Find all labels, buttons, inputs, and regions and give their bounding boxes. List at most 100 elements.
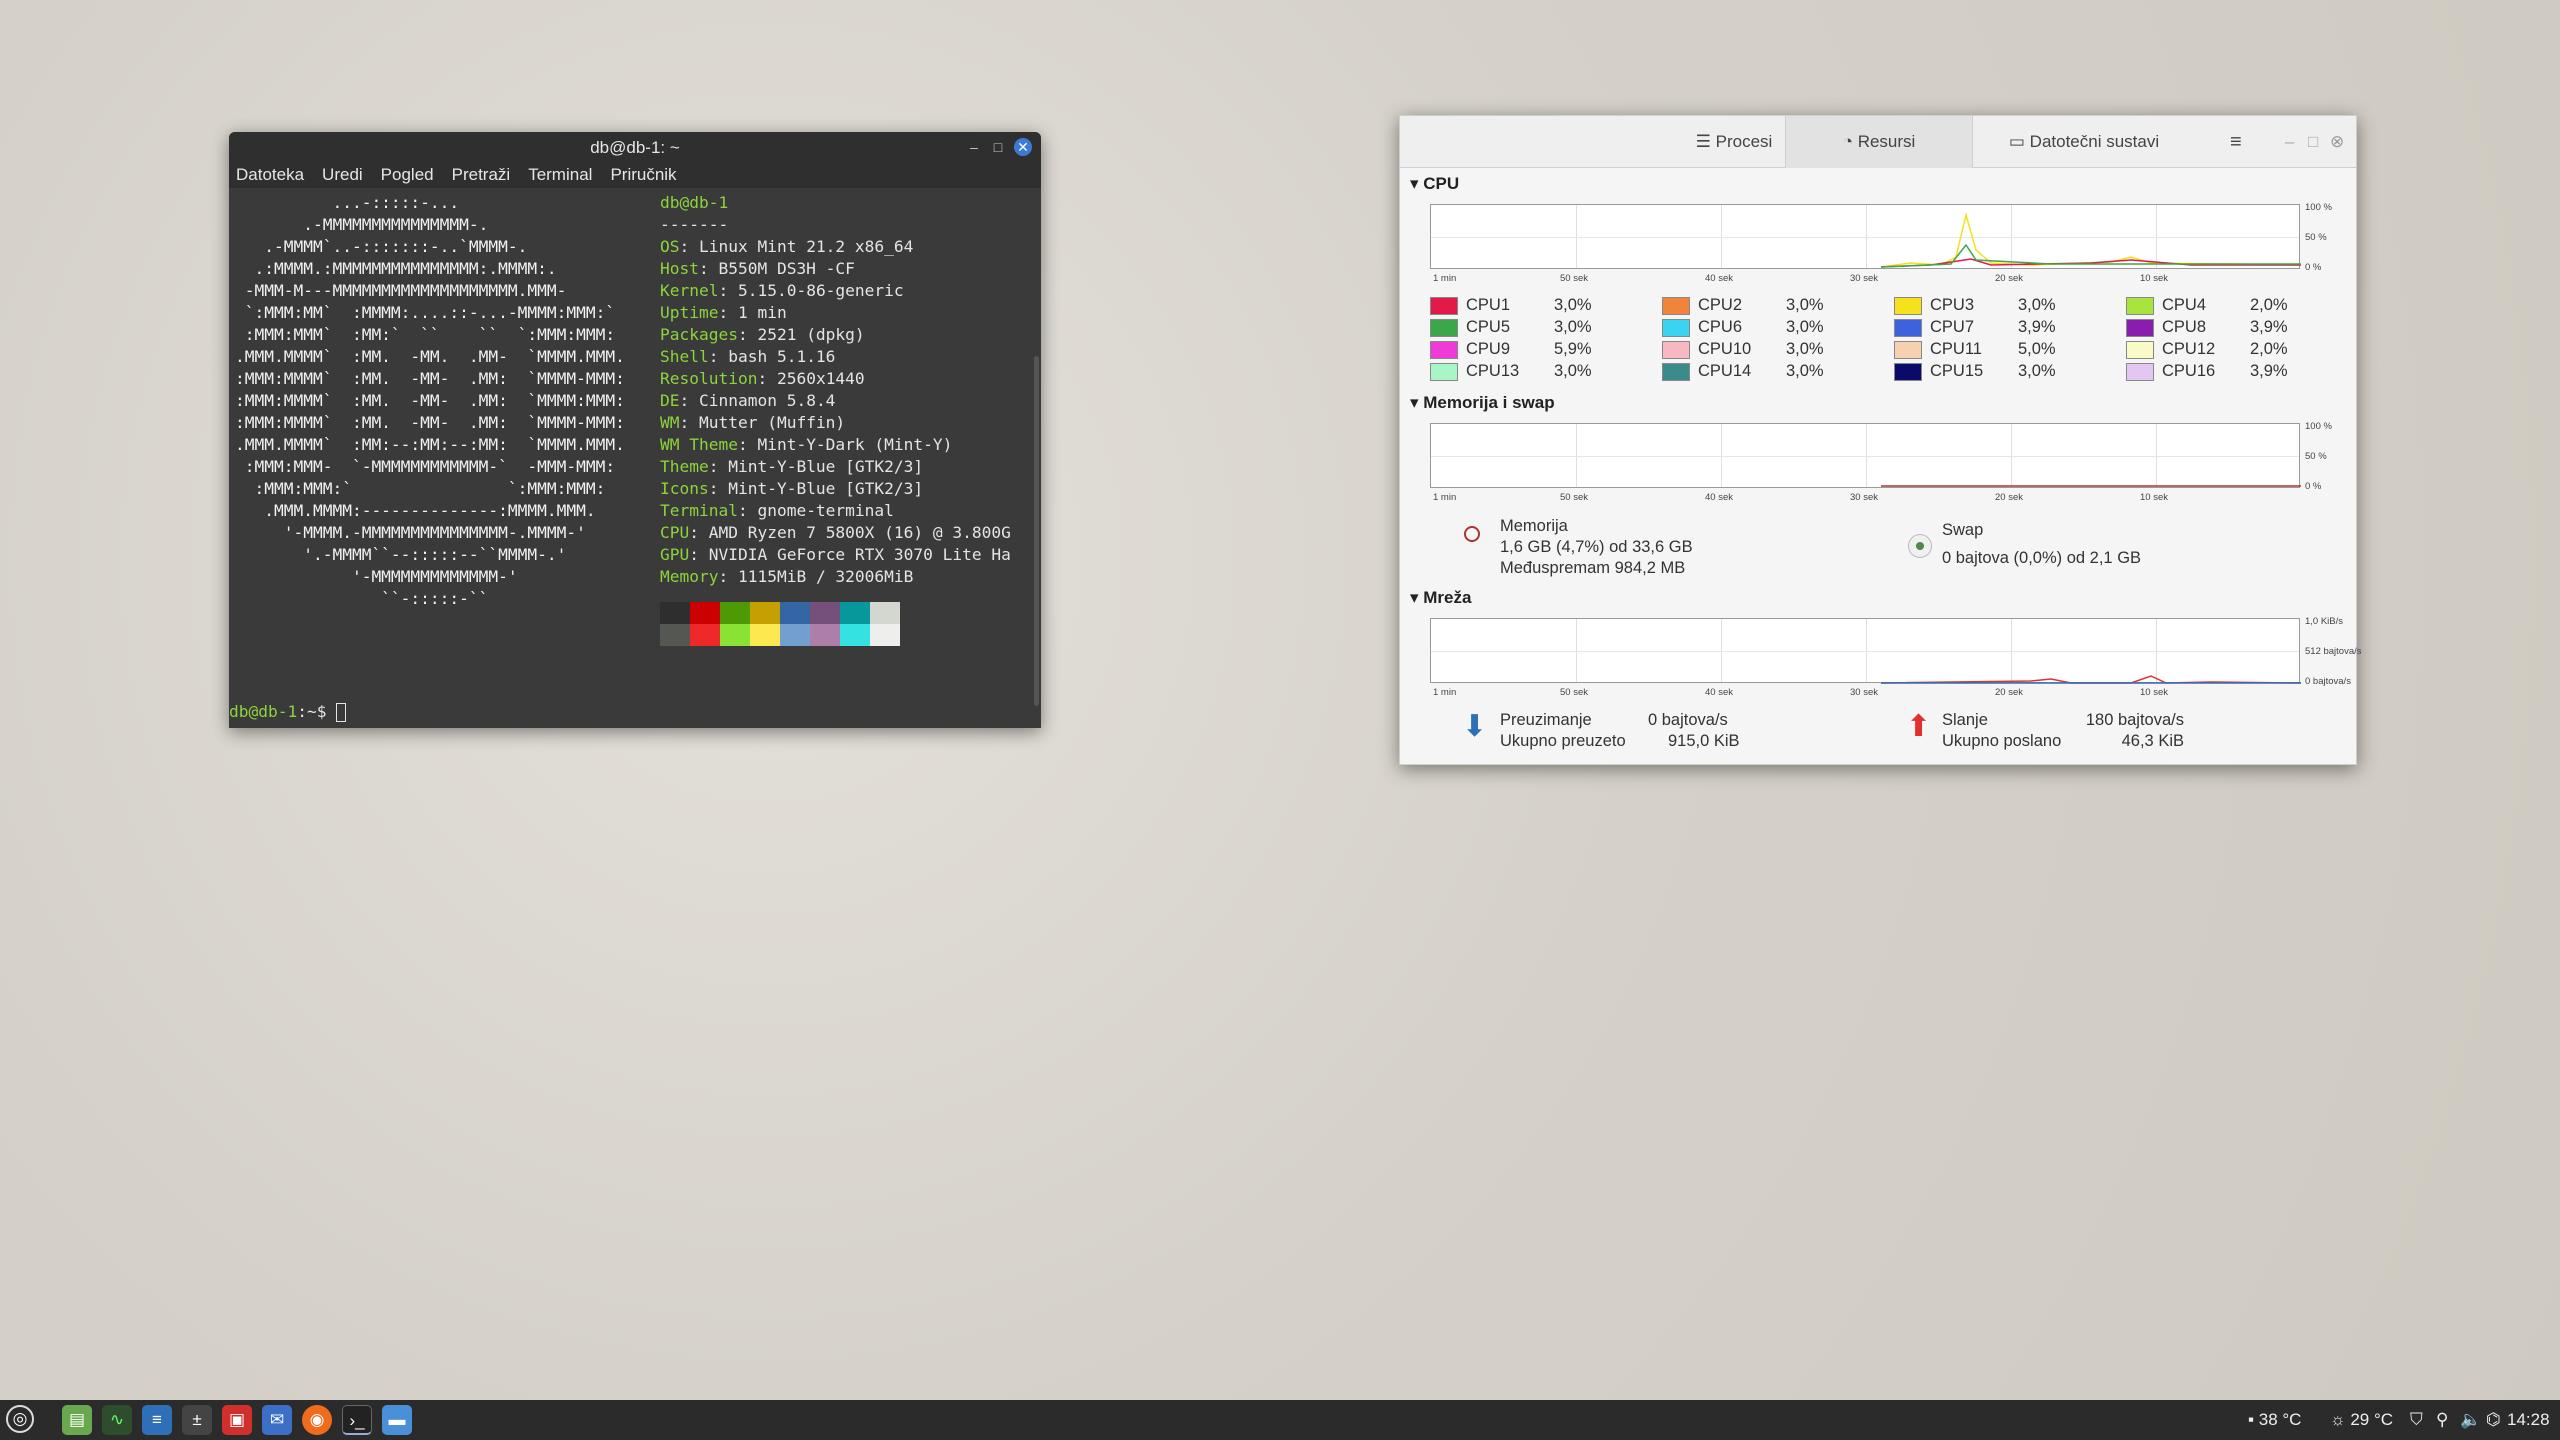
maximize-button[interactable]: □ [989,138,1007,156]
menu-uredi[interactable]: Uredi [322,162,363,188]
cpu-legend-item[interactable]: CPU4 2,0% [2126,296,2288,315]
minimize-button[interactable]: – [2285,116,2294,168]
volume-icon[interactable]: 🔈 [2460,1400,2481,1440]
software-icon[interactable]: ▤ [62,1405,92,1435]
color-swatch[interactable] [1662,318,1690,337]
color-swatch[interactable] [1430,340,1458,359]
menu-icon[interactable]: ◎ [6,1405,34,1433]
color-swatch[interactable] [2126,362,2154,381]
info-value: : 5.15.0-86-generic [718,281,904,300]
color-swatch[interactable] [2126,296,2154,315]
color-swatch [690,602,720,624]
firefox-icon[interactable]: ◉ [302,1405,332,1435]
color-swatch[interactable] [1430,362,1458,381]
color-swatch[interactable] [1430,296,1458,315]
info-value: : NVIDIA GeForce RTX 3070 Lite Ha [689,545,1011,564]
cpu-legend-item[interactable]: CPU12 2,0% [2126,340,2288,359]
color-swatch[interactable] [1894,318,1922,337]
cpu-name: CPU13 [1466,362,1520,380]
minimize-button[interactable]: – [965,138,983,156]
cpu-legend-item[interactable]: CPU9 5,9% [1430,340,1592,359]
cpu-legend-item[interactable]: CPU13 3,0% [1430,362,1592,381]
cpu-legend-item[interactable]: CPU16 3,9% [2126,362,2288,381]
disk-icon: ▭ [2008,132,2030,151]
close-button[interactable]: ✕ [1014,138,1032,156]
info-row: WM: Mutter (Muffin) [660,412,1011,434]
ascii-line: :MMM:MMM- `-MMMMMMMMMMMM-` -MMM-MMM: [235,457,616,476]
maximize-button[interactable]: □ [2308,116,2318,168]
time-tick: 30 sek [1850,492,1878,503]
cpu-legend-item[interactable]: CPU2 3,0% [1662,296,1824,315]
tab-datotecni-sustavi[interactable]: ▭ Datotečni sustavi [1974,116,2194,168]
mail-icon[interactable]: ✉ [262,1405,292,1435]
value-tick: 100 % [2305,421,2332,432]
shell-prompt[interactable]: db@db-1:~$ [229,702,347,722]
cpu-legend-item[interactable]: CPU10 3,0% [1662,340,1824,359]
terminal-window[interactable]: db@db-1: ~ – □ ✕ Datoteka Uredi Pogled P… [229,132,1041,728]
cpu-legend-item[interactable]: CPU7 3,9% [1894,318,2056,337]
info-value: : 2560x1440 [757,369,865,388]
terminal-output[interactable]: ...-:::::-... .-MMMMMMMMMMMMMMM-. .-MMMM… [229,188,1041,728]
temperature-icon: ☼ [2330,1410,2351,1429]
info-value: : gnome-terminal [737,501,894,520]
color-swatch[interactable] [1430,318,1458,337]
text-cursor [336,703,347,722]
cpu-name: CPU5 [1466,318,1511,336]
cpu-percent: 3,9% [2250,318,2288,336]
menu-terminal[interactable]: Terminal [528,162,592,188]
color-swatch[interactable] [1662,340,1690,359]
network-icon[interactable]: ⌬ [2486,1400,2501,1440]
tab-resursi[interactable]: ◔ Resursi [1785,116,1973,168]
menu-pretrazi[interactable]: Pretraži [452,162,511,188]
memory-used: 1,6 GB (4,7%) od 33,6 GB [1500,538,1693,556]
color-swatch[interactable] [1662,296,1690,315]
cpu-legend-item[interactable]: CPU11 5,0% [1894,340,2056,359]
terminal-icon[interactable]: ›_ [342,1405,372,1435]
cpu-legend-item[interactable]: CPU3 3,0% [1894,296,2056,315]
cpu-legend-item[interactable]: CPU6 3,0% [1662,318,1824,337]
cpu-legend-item[interactable]: CPU15 3,0% [1894,362,2056,381]
system-monitor-icon[interactable]: ∿ [102,1405,132,1435]
memory-label: Memorija [1500,517,1568,535]
calculator-icon[interactable]: ± [182,1405,212,1435]
cpu-legend-item[interactable]: CPU14 3,0% [1662,362,1824,381]
ascii-line: .:MMMM.:MMMMMMMMMMMMMMM:.MMMM:. [235,259,557,278]
monitor-header: ☰ Procesi ◔ Resursi ▭ Datotečni sustavi … [1400,116,2356,168]
info-value: : Mint-Y-Blue [GTK2/3] [708,479,924,498]
prompt-path: :~$ [297,702,337,721]
color-swatch [810,602,840,624]
cpu-percent: 3,0% [1786,340,1824,358]
cpu-temp[interactable]: ▪ 38 °C [2248,1400,2301,1440]
color-swatch[interactable] [1662,362,1690,381]
menu-pogled[interactable]: Pogled [381,162,434,188]
clock[interactable]: 14:28 [2507,1400,2550,1440]
gauge-icon: ◔ [1842,132,1858,151]
files-icon[interactable]: ▬ [382,1405,412,1435]
terminal-scrollbar[interactable] [1034,356,1039,706]
trace-line [1880,243,2301,268]
terminal-titlebar[interactable]: db@db-1: ~ – □ ✕ [229,132,1041,162]
network-section-header[interactable]: ▾ Mreža [1410,588,1471,608]
system-monitor-window[interactable]: ☰ Procesi ◔ Resursi ▭ Datotečni sustavi … [1399,115,2362,765]
close-button[interactable]: ⊗ [2330,116,2344,168]
document-viewer-icon[interactable]: ▣ [222,1405,252,1435]
memory-section-header[interactable]: ▾ Memorija i swap [1410,393,1555,413]
hamburger-menu-icon[interactable]: ≡ [2230,116,2242,168]
download-label: Preuzimanje [1500,711,1592,729]
text-editor-icon[interactable]: ≡ [142,1405,172,1435]
color-swatch[interactable] [2126,318,2154,337]
color-swatch[interactable] [1894,296,1922,315]
cpu-legend-item[interactable]: CPU1 3,0% [1430,296,1592,315]
upload-label: Slanje [1942,711,1988,729]
menu-prirucnik[interactable]: Priručnik [610,162,676,188]
color-swatch[interactable] [2126,340,2154,359]
cpu-legend-item[interactable]: CPU5 3,0% [1430,318,1592,337]
gpu-temp[interactable]: ☼ 29 °C [2330,1400,2393,1440]
menu-datoteka[interactable]: Datoteka [236,162,304,188]
color-swatch[interactable] [1894,362,1922,381]
color-swatch[interactable] [1894,340,1922,359]
cpu-section-header[interactable]: ▾ CPU [1410,174,1459,194]
shield-icon[interactable]: ⛉ [2410,1400,2423,1440]
location-icon[interactable]: ⚲ [2436,1400,2448,1440]
cpu-legend-item[interactable]: CPU8 3,9% [2126,318,2288,337]
